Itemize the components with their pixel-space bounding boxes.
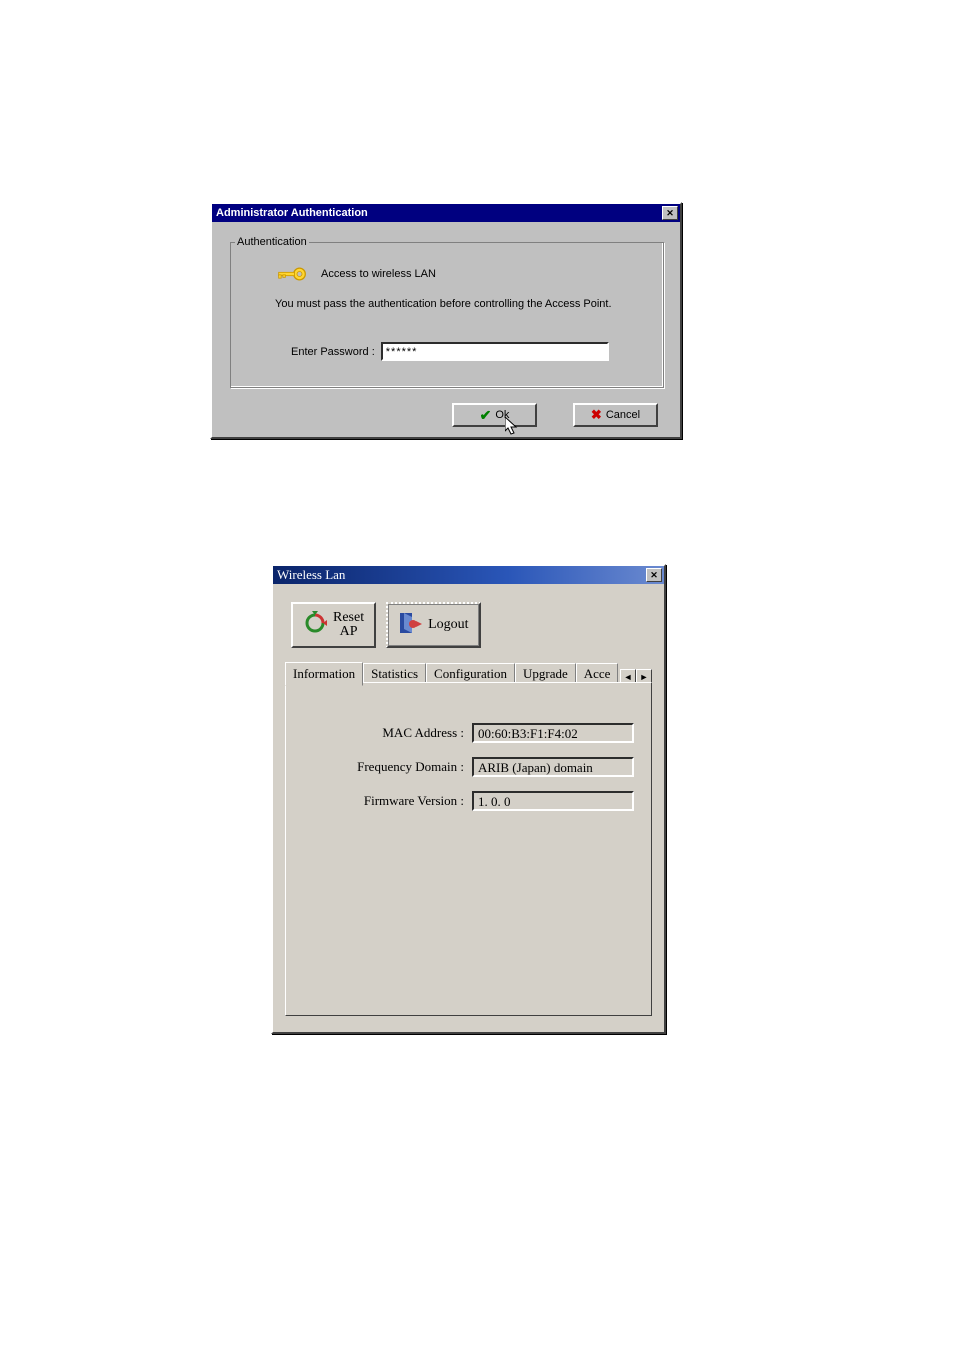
reset-label: Reset AP <box>333 611 364 639</box>
wlan-title: Wireless Lan <box>275 567 646 583</box>
password-row: Enter Password : <box>291 342 609 361</box>
password-input[interactable] <box>381 342 609 361</box>
authentication-legend: Authentication <box>235 236 309 248</box>
close-icon: ✕ <box>666 208 674 219</box>
close-button[interactable]: ✕ <box>646 568 662 582</box>
ok-label: Ok <box>495 409 509 421</box>
cross-icon: ✖ <box>591 407 602 423</box>
firmware-version-value: 1. 0. 0 <box>472 791 634 811</box>
logout-icon <box>398 611 422 640</box>
chevron-left-icon: ◄ <box>624 672 633 682</box>
logout-label: Logout <box>428 617 468 633</box>
refresh-icon <box>303 611 327 640</box>
tab-information[interactable]: Information <box>285 662 363 686</box>
check-icon: ✔ <box>480 407 492 424</box>
information-panel: MAC Address : 00:60:B3:F1:F4:02 Frequenc… <box>285 682 652 1016</box>
firmware-version-row: Firmware Version : 1. 0. 0 <box>292 791 634 811</box>
access-label: Access to wireless LAN <box>321 268 436 280</box>
frequency-domain-value: ARIB (Japan) domain <box>472 757 634 777</box>
mac-address-row: MAC Address : 00:60:B3:F1:F4:02 <box>292 723 634 743</box>
frequency-domain-label: Frequency Domain : <box>292 759 472 775</box>
authentication-group: Authentication Access to wireless LAN Yo… <box>230 236 664 388</box>
auth-titlebar[interactable]: Administrator Authentication ✕ <box>212 204 680 222</box>
wlan-titlebar[interactable]: Wireless Lan ✕ <box>273 566 664 584</box>
cancel-label: Cancel <box>606 409 640 421</box>
admin-auth-dialog: Administrator Authentication ✕ Authentic… <box>210 202 682 439</box>
cancel-button[interactable]: ✖ Cancel <box>573 403 658 427</box>
mac-address-value: 00:60:B3:F1:F4:02 <box>472 723 634 743</box>
wireless-lan-dialog: Wireless Lan ✕ Reset AP <box>271 564 666 1034</box>
toolbar: Reset AP Logout <box>291 602 481 648</box>
reset-ap-button[interactable]: Reset AP <box>291 602 376 648</box>
auth-title: Administrator Authentication <box>214 207 662 219</box>
auth-description: You must pass the authentication before … <box>275 298 635 311</box>
ok-button[interactable]: ✔ Ok <box>452 403 537 427</box>
close-button[interactable]: ✕ <box>662 206 678 220</box>
mac-address-label: MAC Address : <box>292 725 472 741</box>
frequency-domain-row: Frequency Domain : ARIB (Japan) domain <box>292 757 634 777</box>
firmware-version-label: Firmware Version : <box>292 793 472 809</box>
chevron-right-icon: ► <box>640 672 649 682</box>
dialog-buttons: ✔ Ok ✖ Cancel <box>212 403 680 427</box>
password-label: Enter Password : <box>291 346 375 358</box>
close-icon: ✕ <box>650 570 658 581</box>
logout-button[interactable]: Logout <box>386 602 480 648</box>
key-icon <box>275 264 309 284</box>
